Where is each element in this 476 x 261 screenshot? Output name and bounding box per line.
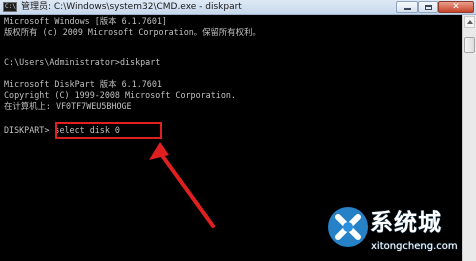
arrow-shaft — [159, 152, 215, 228]
xitongcheng-logo-icon — [328, 207, 368, 247]
watermark-title: 系统城 — [370, 210, 442, 236]
watermark-logo: 系统城 xitongcheng.com — [326, 205, 476, 261]
arrow-head — [149, 142, 169, 160]
cmd-window: C:\ 管理员: C:\Windows\system32\CMD.exe - d… — [0, 0, 476, 261]
watermark-url: xitongcheng.com — [371, 241, 458, 252]
